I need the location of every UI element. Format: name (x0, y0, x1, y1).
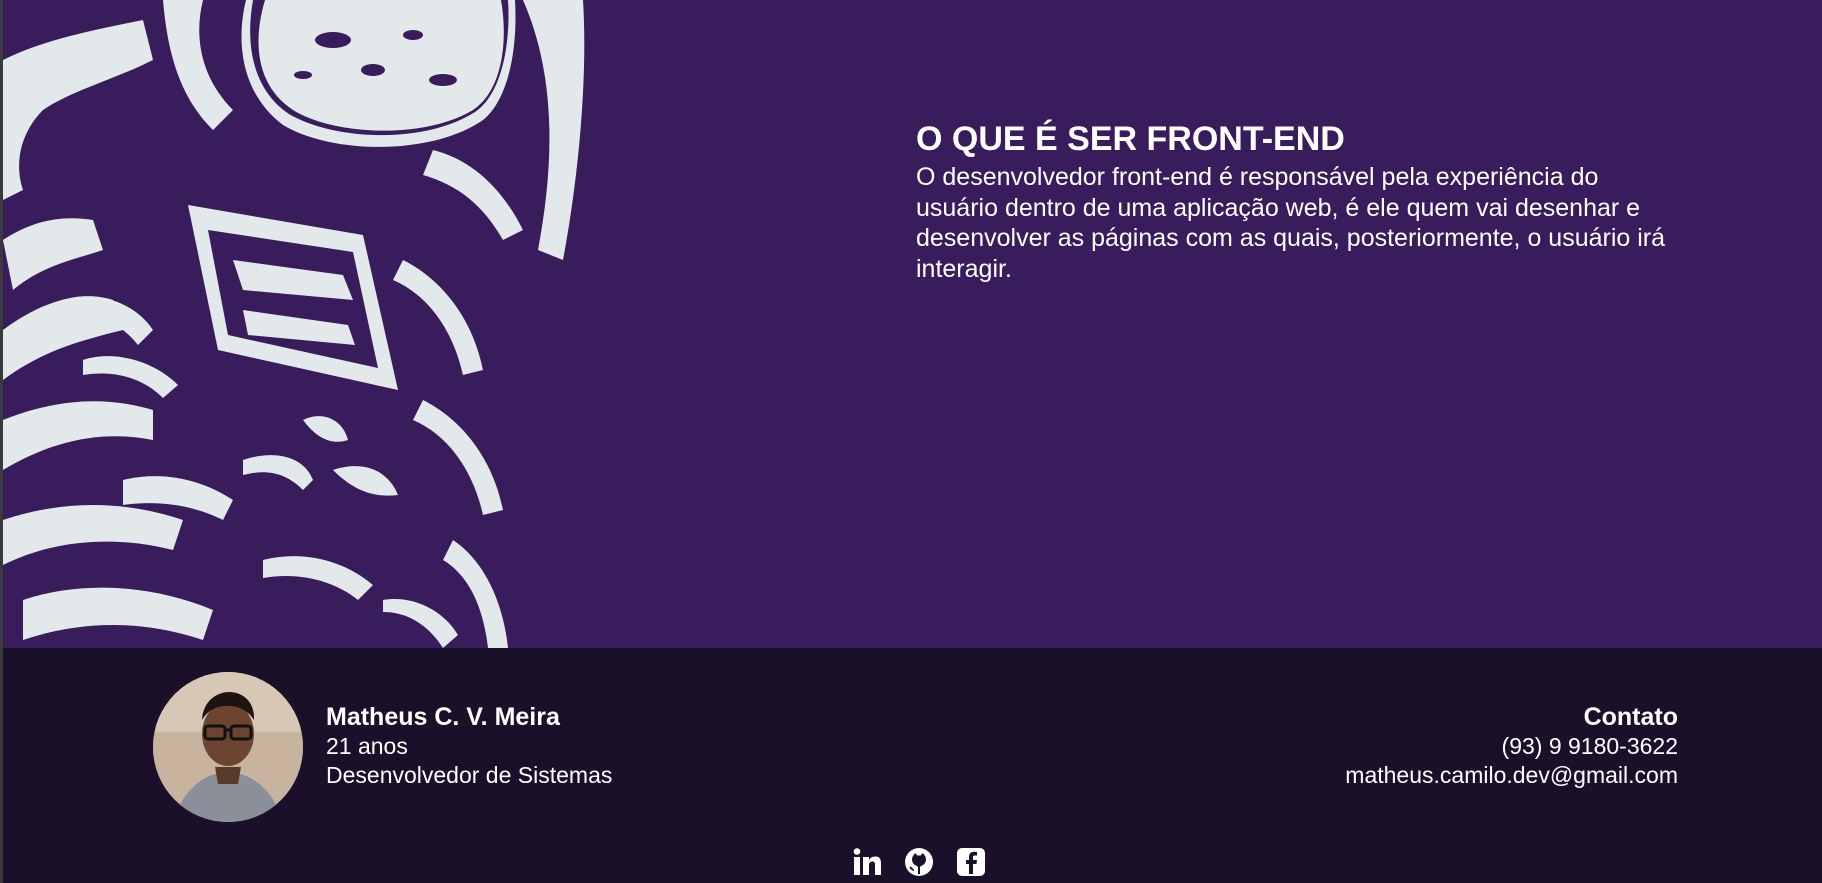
front-end-text-block: O QUE É SER FRONT-END O desenvolvedor fr… (916, 118, 1676, 284)
avatar (153, 672, 303, 822)
contact-title: Contato (1583, 703, 1678, 731)
contact-info: Contato (93) 9 9180-3622 matheus.camilo.… (1345, 702, 1678, 790)
profile-role: Desenvolvedor de Sistemas (326, 762, 613, 788)
linkedin-icon (853, 848, 881, 875)
section-paragraph: O desenvolvedor front-end é responsável … (916, 163, 1666, 283)
contact-phone[interactable]: (93) 9 9180-3622 (1345, 732, 1678, 761)
facebook-icon (957, 848, 985, 876)
footer: Matheus C. V. Meira 21 anos Desenvolvedo… (3, 648, 1822, 883)
hero-section: O QUE É SER FRONT-END O desenvolvedor fr… (3, 0, 1822, 648)
profile-age: 21 anos (326, 733, 408, 759)
social-links (849, 844, 989, 880)
facebook-link[interactable] (953, 844, 989, 880)
astronaut-illustration (3, 0, 585, 648)
avatar-photo (153, 672, 303, 822)
github-icon (905, 848, 933, 876)
github-link[interactable] (901, 844, 937, 880)
linkedin-link[interactable] (849, 844, 885, 880)
contact-email[interactable]: matheus.camilo.dev@gmail.com (1345, 761, 1678, 790)
section-title: O QUE É SER FRONT-END (916, 120, 1345, 158)
profile-name: Matheus C. V. Meira (326, 703, 560, 731)
profile-info: Matheus C. V. Meira 21 anos Desenvolvedo… (326, 702, 612, 790)
